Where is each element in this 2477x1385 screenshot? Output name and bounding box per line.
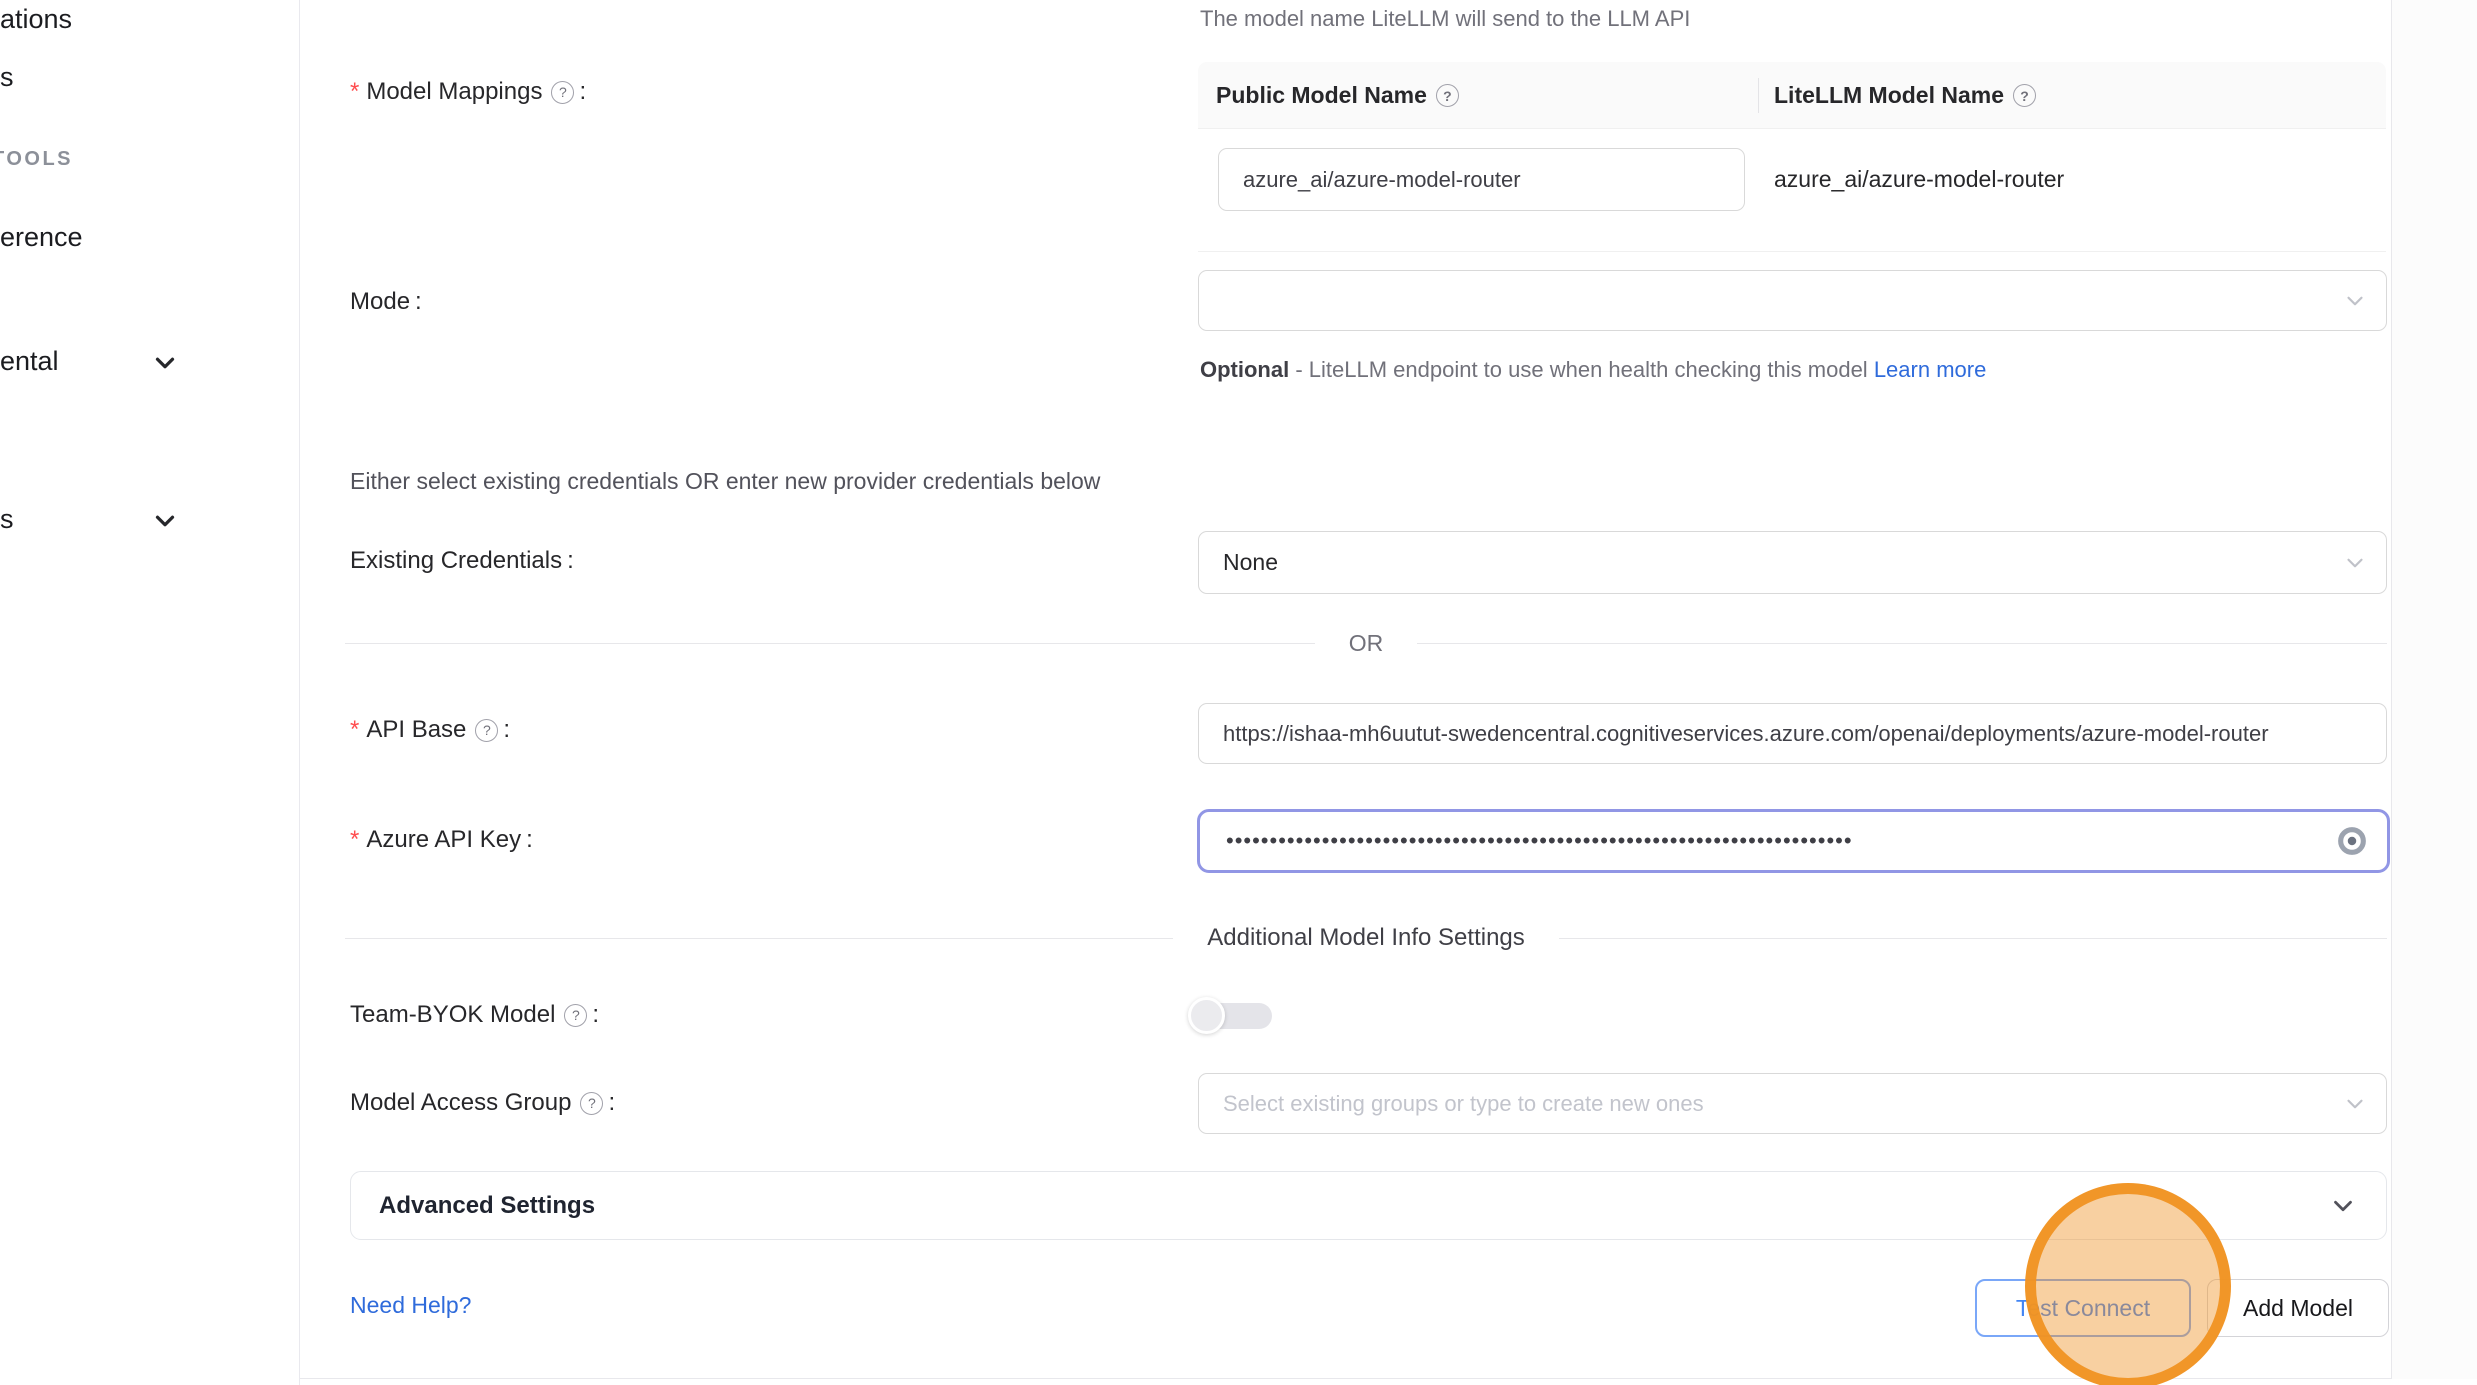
- existing-credentials-select[interactable]: None: [1198, 531, 2387, 594]
- chevron-down-icon: [150, 506, 180, 536]
- mode-label: Mode :: [350, 288, 422, 316]
- existing-credentials-label: Existing Credentials :: [350, 547, 574, 575]
- model-mappings-table: Public Model Name ? LiteLLM Model Name ?…: [1198, 62, 2386, 252]
- additional-settings-divider: Additional Model Info Settings: [345, 917, 2387, 959]
- azure-api-key-label: * Azure API Key :: [350, 826, 533, 854]
- column-header-litellm-model-name: LiteLLM Model Name ?: [1774, 62, 2036, 129]
- model-access-group-label: Model Access Group ? :: [350, 1089, 615, 1117]
- select-placeholder: Select existing groups or type to create…: [1223, 1091, 1704, 1117]
- table-header: Public Model Name ? LiteLLM Model Name ?: [1198, 62, 2386, 129]
- sidebar-item-ental[interactable]: ental: [0, 346, 59, 377]
- toggle-knob: [1188, 997, 1225, 1034]
- chevron-down-icon: [2342, 1091, 2368, 1117]
- azure-api-key-input[interactable]: ••••••••••••••••••••••••••••••••••••••••…: [1197, 809, 2390, 873]
- help-circle-icon[interactable]: ?: [2013, 84, 2036, 107]
- sidebar-section-tools: TOOLS: [0, 148, 73, 171]
- help-circle-icon[interactable]: ?: [564, 1004, 587, 1027]
- litellm-model-name-value: azure_ai/azure-model-router: [1774, 148, 2064, 211]
- sidebar-item-ations[interactable]: ations: [0, 4, 72, 35]
- mode-select[interactable]: [1198, 270, 2387, 331]
- or-divider: OR: [345, 622, 2387, 664]
- model-access-group-select[interactable]: Select existing groups or type to create…: [1198, 1073, 2387, 1134]
- model-mappings-label: * Model Mappings ? :: [350, 78, 586, 106]
- team-byok-toggle[interactable]: [1188, 997, 1272, 1034]
- chevron-down-icon: [2342, 550, 2368, 576]
- sidebar: ations s TOOLS erence ental s: [0, 0, 300, 1385]
- chevron-down-icon: [2328, 1191, 2358, 1221]
- advanced-settings-panel[interactable]: Advanced Settings: [350, 1171, 2387, 1240]
- column-separator: [1758, 78, 1759, 113]
- api-base-label: * API Base ? :: [350, 716, 510, 744]
- eye-icon[interactable]: [2335, 824, 2369, 858]
- team-byok-label: Team-BYOK Model ? :: [350, 1001, 599, 1029]
- advanced-settings-title: Advanced Settings: [379, 1192, 595, 1220]
- card-bottom-border: [300, 1378, 2392, 1379]
- test-connect-button[interactable]: Test Connect: [1975, 1279, 2191, 1337]
- sidebar-item-erence[interactable]: erence: [0, 222, 83, 253]
- required-asterisk: *: [350, 78, 359, 106]
- help-circle-icon[interactable]: ?: [551, 81, 574, 104]
- model-name-helper-text: The model name LiteLLM will send to the …: [1200, 6, 1690, 32]
- required-asterisk: *: [350, 826, 359, 854]
- learn-more-link[interactable]: Learn more: [1874, 357, 1987, 382]
- card-right-border: [2391, 0, 2392, 1379]
- mode-helper-text: Optional - LiteLLM endpoint to use when …: [1200, 350, 2048, 390]
- help-circle-icon[interactable]: ?: [580, 1092, 603, 1115]
- chevron-down-icon: [2342, 288, 2368, 314]
- need-help-link[interactable]: Need Help?: [350, 1292, 471, 1319]
- chevron-down-icon: [150, 348, 180, 378]
- help-circle-icon[interactable]: ?: [1436, 84, 1459, 107]
- required-asterisk: *: [350, 716, 359, 744]
- add-model-page: ations s TOOLS erence ental s The model …: [0, 0, 2477, 1385]
- credentials-note: Either select existing credentials OR en…: [350, 468, 1100, 495]
- sidebar-item-s2[interactable]: s: [0, 504, 14, 535]
- masked-password-value: ••••••••••••••••••••••••••••••••••••••••…: [1226, 828, 1853, 854]
- sidebar-item-s1[interactable]: s: [0, 62, 14, 93]
- add-model-button[interactable]: Add Model: [2207, 1279, 2389, 1337]
- help-circle-icon[interactable]: ?: [475, 719, 498, 742]
- api-base-input[interactable]: https://ishaa-mh6uutut-swedencentral.cog…: [1198, 703, 2387, 764]
- right-gutter: [2392, 0, 2477, 1379]
- public-model-name-input[interactable]: azure_ai/azure-model-router: [1218, 148, 1745, 211]
- column-header-public-model-name: Public Model Name ?: [1216, 62, 1459, 129]
